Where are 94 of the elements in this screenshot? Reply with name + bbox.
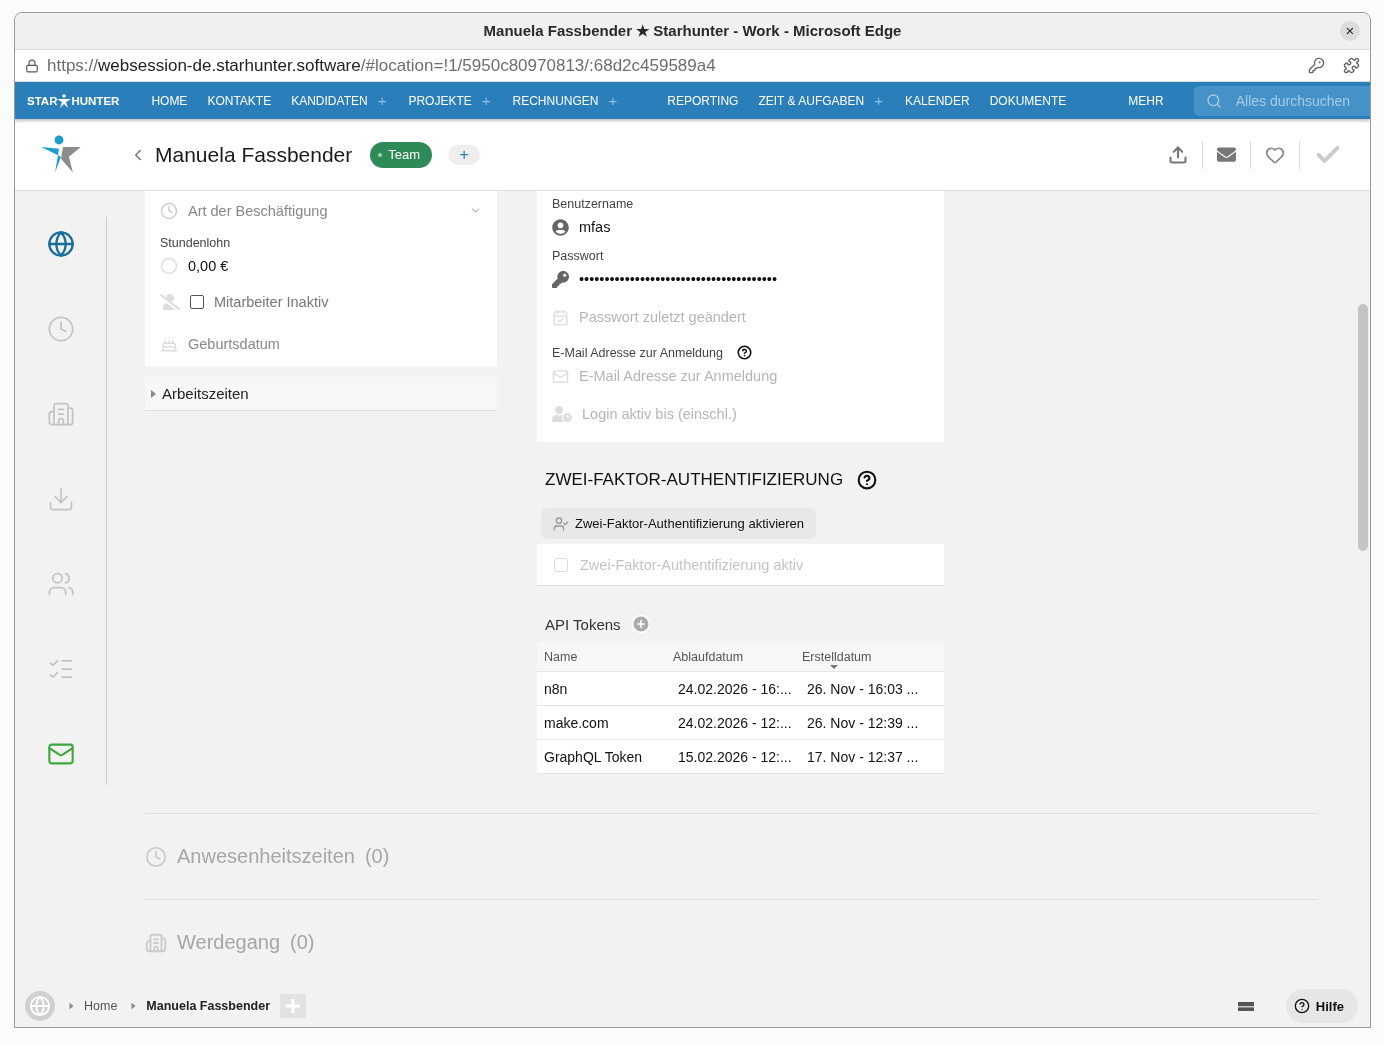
section-count: (0) <box>364 845 390 868</box>
field-label: Benutzername <box>551 197 635 211</box>
table-cell: 26. Nov - 12:39 ... <box>795 706 944 740</box>
key-icon[interactable] <box>1308 57 1325 74</box>
clock-icon <box>46 314 75 343</box>
nav-link[interactable]: DOKUMENTE <box>979 93 1077 108</box>
add-link[interactable]: + <box>608 92 618 109</box>
search-icon <box>1205 92 1222 109</box>
record-title: Manuela Fassbender <box>155 142 353 167</box>
add-link[interactable]: + <box>481 92 491 109</box>
nav-link[interactable]: KALENDER <box>895 93 980 108</box>
table-cell: 17. Nov - 12:37 ... <box>795 740 944 774</box>
column-header[interactable]: Erstelldatum <box>795 642 944 672</box>
sidebar-tab[interactable] <box>46 230 75 257</box>
building-icon <box>145 931 167 954</box>
input-field[interactable]: 0,00 € <box>188 258 482 274</box>
field-label: E-Mail Adresse zur Anmeldung <box>537 345 944 360</box>
caret-icon <box>69 1002 74 1010</box>
help-icon[interactable] <box>857 470 878 490</box>
collapsible-section[interactable]: Arbeitszeiten <box>145 377 497 411</box>
subsection-heading: API Tokens <box>545 615 621 633</box>
help-icon[interactable] <box>736 345 752 360</box>
field-label: Passwort <box>551 249 605 263</box>
checkbox-label: Zwei-Faktor-Authentifizierung aktiv <box>580 556 804 573</box>
table-cell: 15.02.2026 - 12:... <box>666 740 795 774</box>
scrollbar-thumb[interactable] <box>1358 304 1368 551</box>
search-field[interactable]: Alles durchsuchen <box>1193 85 1370 116</box>
table-cell: GraphQL Token <box>537 740 666 774</box>
mail-icon <box>552 367 569 385</box>
person-clock-icon <box>552 404 572 424</box>
nav-link[interactable]: HOME <box>141 93 198 108</box>
nav-link[interactable]: KONTAKTE <box>197 93 282 108</box>
globe-icon <box>46 229 75 258</box>
person-slash-icon <box>160 292 180 312</box>
nav-link[interactable]: RECHNUNGEN <box>502 93 609 108</box>
cake-icon <box>160 335 178 353</box>
key-icon <box>552 270 569 288</box>
star-person-icon <box>57 93 72 108</box>
input-field[interactable]: Geburtsdatum <box>188 336 482 352</box>
table-cell: make.com <box>537 706 666 740</box>
field-label: Stundenlohn <box>159 236 232 250</box>
help-button[interactable]: Hilfe <box>1285 989 1358 1023</box>
team-tag[interactable]: Team <box>370 141 433 168</box>
checkbox-label: Mitarbeiter Inaktiv <box>214 294 329 310</box>
add-icon[interactable] <box>630 614 651 634</box>
table-cell: 24.02.2026 - 16:... <box>666 672 795 706</box>
star-person-logo <box>39 134 83 175</box>
breadcrumb-link[interactable]: Manuela Fassbender <box>146 999 270 1013</box>
globe-button[interactable] <box>25 991 55 1021</box>
logo-text: HUNTER <box>71 94 120 107</box>
clock-icon <box>160 201 178 220</box>
input-field[interactable]: Login aktiv bis (einschl.) <box>582 406 929 422</box>
upload-icon <box>1168 144 1188 165</box>
nav-link[interactable]: REPORTING <box>657 93 749 108</box>
help-icon <box>1293 998 1310 1014</box>
circle-icon <box>160 257 178 275</box>
close-button[interactable]: × <box>1340 21 1360 41</box>
column-header[interactable]: Ablaufdatum <box>666 642 795 672</box>
logo-text: STAR <box>27 94 58 107</box>
input-field[interactable]: ••••••••••••••••••••••••••••••••••••••• <box>579 271 929 287</box>
input-field[interactable]: mfas <box>579 219 929 235</box>
extension-icon[interactable] <box>1343 57 1360 74</box>
heart-icon <box>1265 144 1285 165</box>
table-cell: 24.02.2026 - 12:... <box>666 706 795 740</box>
select-field[interactable]: Art der Beschäftigung <box>188 202 459 219</box>
section-title[interactable]: Anwesenheitszeiten <box>177 845 355 868</box>
input-field[interactable]: E-Mail Adresse zur Anmeldung <box>579 368 929 384</box>
clock-icon <box>145 845 167 868</box>
globe-icon <box>29 995 51 1017</box>
section-heading: ZWEI-FAKTOR-AUTHENTIFIZIERUNG <box>545 470 844 490</box>
bar-icon[interactable] <box>1237 1001 1254 1011</box>
add-link[interactable]: + <box>377 92 387 109</box>
person-check-icon <box>553 515 569 532</box>
checkbox[interactable] <box>190 295 204 309</box>
nav-link[interactable]: KANDIDATEN <box>281 93 378 108</box>
nav-link[interactable]: PROJEKTE <box>398 93 482 108</box>
activate-two-factor-button[interactable]: Zwei-Faktor-Authentifizierung aktivieren <box>541 508 817 539</box>
lock-icon <box>25 58 39 73</box>
add-link[interactable]: + <box>874 92 883 109</box>
nav-link[interactable]: MEHR <box>1118 93 1174 108</box>
calendar-check-icon <box>552 308 569 326</box>
section-title[interactable]: Werdegang <box>177 931 281 954</box>
breadcrumb-link[interactable]: Home <box>84 999 118 1013</box>
table-cell: n8n <box>537 672 666 706</box>
plus-icon <box>285 998 301 1014</box>
table-cell: 26. Nov - 16:03 ... <box>795 672 944 706</box>
input-field[interactable]: Passwort zuletzt geändert <box>579 309 929 325</box>
mail-icon <box>1217 145 1236 164</box>
column-header[interactable]: Name <box>537 642 666 672</box>
section-count: (0) <box>290 931 315 954</box>
nav-link[interactable]: ZEIT & AUFGABEN <box>748 93 875 108</box>
add-tag-button[interactable]: + <box>448 144 481 165</box>
window-title: Manuela Fassbender ★ Starhunter - Work - Microsoft Edge <box>483 22 902 40</box>
caret-icon <box>131 1002 136 1010</box>
